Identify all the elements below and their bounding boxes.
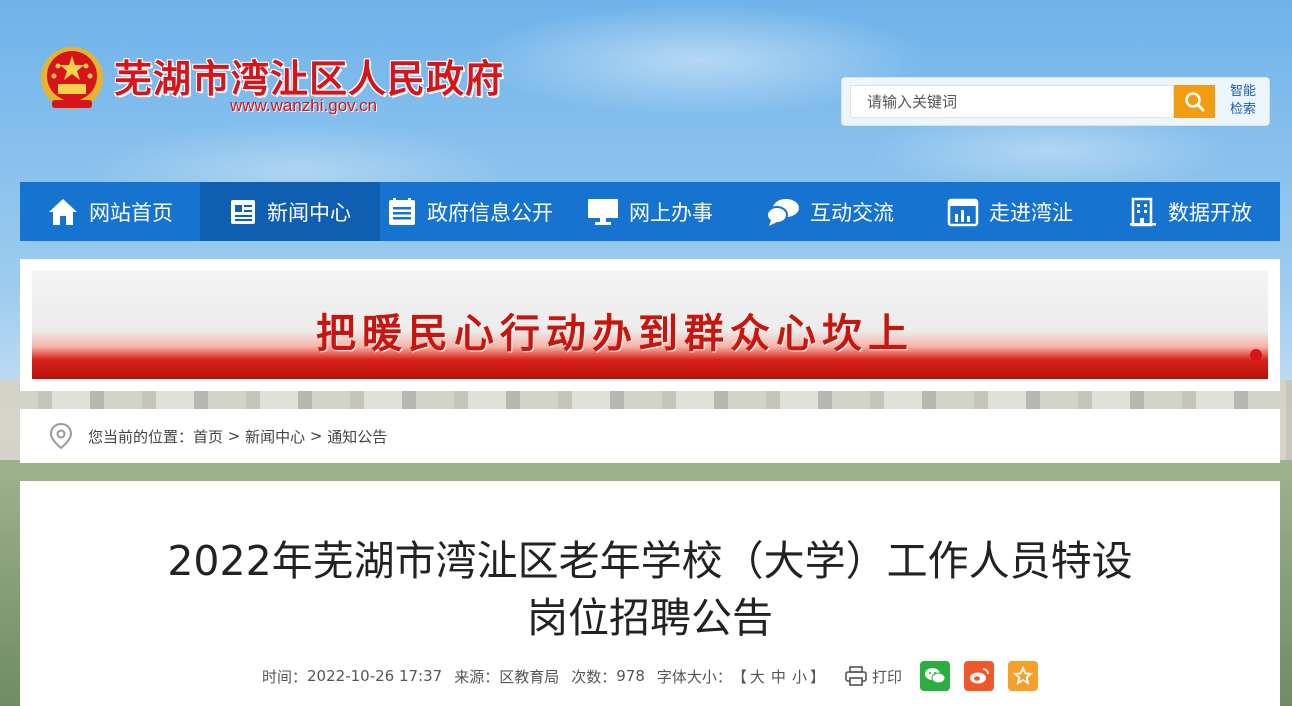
breadcrumb-notices[interactable]: 通知公告: [327, 426, 387, 447]
article-container: 2022年芜湖市湾沚区老年学校（大学）工作人员特设 岗位招聘公告 时间： 202…: [20, 481, 1280, 706]
nav-item-open-data[interactable]: 数据开放: [1100, 182, 1280, 241]
smart-search-link[interactable]: 智能检索: [1226, 83, 1260, 119]
building-icon: [1130, 197, 1156, 226]
national-emblem-icon: [41, 47, 103, 109]
site-header: 芜湖市湾沚区人民政府 www.wanzhi.gov.cn 智能检索: [0, 0, 1292, 180]
article-title: 2022年芜湖市湾沚区老年学校（大学）工作人员特设 岗位招聘公告: [80, 533, 1220, 647]
favorite-button[interactable]: [1007, 661, 1038, 691]
font-size-medium[interactable]: 中: [771, 666, 786, 687]
print-label: 打印: [871, 667, 902, 686]
breadcrumb-home[interactable]: 首页: [193, 426, 223, 447]
breadcrumb-separator: >: [223, 427, 246, 445]
search-box: 智能检索: [841, 77, 1270, 126]
news-icon: [231, 199, 255, 224]
nav-item-label: 数据开放: [1168, 200, 1252, 225]
printer-icon: [845, 666, 867, 686]
search-icon: [1184, 91, 1204, 111]
font-size-label: 字体大小：: [656, 667, 732, 686]
nav-item-interaction[interactable]: 互动交流: [740, 182, 920, 241]
document-list-icon: [389, 197, 415, 225]
nav-item-home[interactable]: 网站首页: [20, 182, 200, 241]
views-label: 次数：: [571, 667, 617, 686]
views-value: 978: [616, 667, 645, 685]
calendar-chart-icon: [947, 198, 979, 226]
nav-item-about-wanzhi[interactable]: 走进湾沚: [920, 182, 1100, 241]
font-size-bracket: 【: [731, 667, 747, 686]
nav-item-online-services[interactable]: 网上办事: [560, 182, 740, 241]
breadcrumb: 您当前的位置： 首页 > 新闻中心 > 通知公告: [20, 409, 1280, 463]
monitor-icon: [588, 198, 618, 225]
banner-slogan: 把暖民心行动办到群众心坎上: [316, 311, 914, 357]
weibo-icon: [969, 668, 989, 684]
source-label: 来源：: [454, 667, 500, 686]
nav-item-label: 走进湾沚: [989, 200, 1073, 225]
search-input[interactable]: [850, 85, 1174, 118]
breadcrumb-news[interactable]: 新闻中心: [245, 426, 305, 447]
star-icon: [1012, 666, 1033, 685]
article-title-line: 岗位招聘公告: [527, 594, 773, 642]
site-title[interactable]: 芜湖市湾沚区人民政府: [114, 48, 504, 103]
nav-item-news[interactable]: 新闻中心: [200, 182, 380, 241]
nav-item-label: 政府信息公开: [427, 200, 553, 225]
nav-item-label: 互动交流: [810, 200, 894, 225]
chat-bubble-icon: [766, 198, 799, 226]
nav-item-label: 新闻中心: [267, 200, 351, 225]
wechat-icon: [924, 668, 946, 684]
share-wechat-button[interactable]: [919, 661, 950, 691]
banner-container: 把暖民心行动办到群众心坎上: [20, 259, 1280, 391]
breadcrumb-prefix: 您当前的位置：: [88, 427, 194, 446]
font-size-small[interactable]: 小: [792, 666, 807, 687]
share-weibo-button[interactable]: [963, 661, 994, 691]
article-title-line: 2022年芜湖市湾沚区老年学校（大学）工作人员特设: [167, 537, 1133, 585]
site-url[interactable]: www.wanzhi.gov.cn: [230, 96, 377, 116]
print-button[interactable]: 打印: [845, 666, 902, 687]
nav-item-gov-info[interactable]: 政府信息公开: [380, 182, 560, 241]
carousel-dot[interactable]: [1250, 349, 1262, 361]
nav-item-label: 网站首页: [89, 200, 173, 225]
time-label: 时间：: [262, 667, 308, 686]
font-size-bracket: 】: [809, 667, 825, 686]
main-nav: 网站首页 新闻中心 政府信息公开 网上办事 互动交流 走进湾沚 数据开放: [20, 182, 1280, 241]
home-icon: [49, 198, 77, 225]
breadcrumb-separator: >: [305, 427, 328, 445]
search-button[interactable]: [1174, 85, 1215, 118]
nav-item-label: 网上办事: [629, 200, 713, 225]
location-pin-icon: [49, 422, 73, 450]
article-meta: 时间： 2022-10-26 17:37 来源： 区教育局 次数： 978 字体…: [20, 661, 1280, 691]
time-value: 2022-10-26 17:37: [307, 667, 443, 685]
banner-image[interactable]: 把暖民心行动办到群众心坎上: [32, 271, 1268, 379]
source-value: 区教育局: [499, 667, 560, 686]
font-size-large[interactable]: 大: [750, 666, 765, 687]
